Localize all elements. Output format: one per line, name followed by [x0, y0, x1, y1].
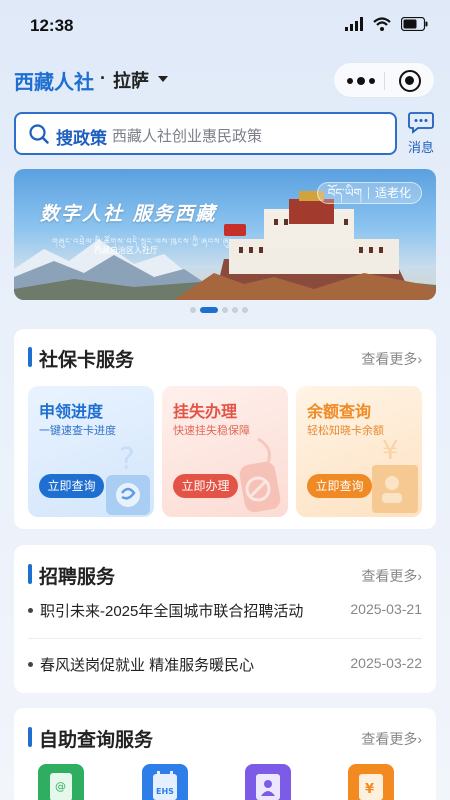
status-icons — [345, 17, 428, 31]
job-title: 春风送岗促就业 精准服务暖民心 — [40, 657, 255, 674]
list-item[interactable]: 春风送岗促就业 精准服务暖民心 2025-03-22 — [28, 643, 422, 687]
banner-title: 数字人社 服务西藏 — [40, 203, 217, 225]
worker-icon[interactable] — [245, 764, 291, 800]
view-more-link[interactable]: 查看更多› — [361, 566, 422, 586]
svg-text:EHS: EHS — [156, 787, 174, 796]
carousel-indicator — [190, 307, 248, 313]
elder-mode-toggle[interactable]: བོད་ཡིག 适老化 — [316, 182, 422, 204]
job-title: 职引未来-2025年全国城市联合招聘活动 — [40, 603, 304, 620]
payment-icon[interactable]: ¥ — [348, 764, 394, 800]
capsule-divider — [384, 72, 385, 90]
header: 西藏人社 · 拉萨 — [0, 62, 450, 98]
city-separator: · — [100, 68, 106, 88]
handle-button[interactable]: 立即办理 — [173, 474, 238, 498]
app-title: 西藏人社 — [14, 72, 94, 94]
service-report-loss[interactable]: 挂失办理 快速挂失稳保障 立即办理 — [162, 386, 288, 517]
section-accent-bar — [28, 727, 32, 747]
section-accent-bar — [28, 347, 32, 367]
service-subtitle: 一键速查卡进度 — [39, 425, 116, 437]
search-icon — [29, 124, 49, 144]
more-dots-icon[interactable] — [347, 77, 375, 85]
query-button[interactable]: 立即查询 — [39, 474, 104, 498]
svg-text:?: ? — [119, 442, 135, 477]
carousel-dot-active[interactable] — [200, 307, 218, 313]
carousel-dot[interactable] — [242, 307, 248, 313]
banner-subtitle: 西藏自治区人社厅 — [94, 246, 158, 255]
social-security-icon[interactable]: @ — [38, 764, 84, 800]
bullet — [28, 662, 33, 667]
section-title: 招聘服务 — [39, 567, 116, 588]
message-label: 消息 — [407, 140, 434, 155]
calendar-ehs-icon[interactable]: EHS — [142, 764, 188, 800]
battery-icon — [401, 17, 428, 31]
view-more-label: 查看更多 — [361, 568, 418, 584]
promo-banner[interactable]: 数字人社 服务西藏 གཞུང་འབྲེལ་སྤྱི་ཚོགས་བདེ་སྲུང་… — [14, 169, 436, 300]
service-title: 挂失办理 — [173, 404, 238, 421]
city-selector[interactable]: 拉萨 — [113, 67, 149, 93]
balance-icon: ¥ — [372, 436, 418, 513]
view-more-link[interactable]: 查看更多› — [361, 349, 422, 369]
job-date: 2025-03-22 — [350, 655, 422, 671]
message-icon — [408, 112, 434, 134]
list-item[interactable]: 职引未来-2025年全国城市联合招聘活动 2025-03-21 — [28, 589, 422, 633]
status-time: 12:38 — [30, 16, 74, 35]
section-accent-bar — [28, 564, 32, 584]
carousel-dot[interactable] — [222, 307, 228, 313]
view-more-label: 查看更多 — [361, 351, 418, 367]
elder-mode-label: 适老化 — [374, 186, 411, 200]
svg-text:@: @ — [55, 780, 66, 793]
service-balance-query[interactable]: 余额查询 轻松知晓卡余额 ¥ 立即查询 — [296, 386, 422, 517]
search-bar[interactable]: 搜政策 西藏人社创业惠民政策 — [14, 112, 397, 155]
signal-icon — [345, 17, 363, 31]
carousel-dot[interactable] — [190, 307, 196, 313]
recruit-section: 招聘服务 查看更多› 职引未来-2025年全国城市联合招聘活动 2025-03-… — [14, 545, 436, 693]
tibetan-language-label: བོད་ཡིག — [327, 186, 362, 200]
status-bar: 12:38 — [0, 0, 450, 50]
view-more-label: 查看更多 — [361, 731, 418, 747]
social-card-section: 社保卡服务 查看更多› 申领进度 一键速查卡进度 ? 立即查询 挂失办理 快速挂… — [14, 329, 436, 529]
divider — [28, 638, 422, 639]
service-apply-progress[interactable]: 申领进度 一键速查卡进度 ? 立即查询 — [28, 386, 154, 517]
view-more-link[interactable]: 查看更多› — [361, 729, 422, 749]
mini-program-capsule — [333, 62, 435, 98]
bullet — [28, 608, 33, 613]
service-title: 余额查询 — [307, 404, 372, 421]
section-title: 社保卡服务 — [39, 350, 135, 371]
tag-divider — [367, 187, 369, 199]
svg-text:¥: ¥ — [365, 782, 374, 797]
wifi-icon — [373, 17, 391, 31]
self-service-section: 自助查询服务 查看更多› @ EHS ¥ — [14, 708, 436, 800]
section-title: 自助查询服务 — [39, 730, 154, 751]
svg-text:¥: ¥ — [382, 436, 399, 466]
service-subtitle: 快速挂失稳保障 — [173, 425, 250, 437]
search-label: 搜政策 — [56, 129, 107, 148]
message-button[interactable]: 消息 — [406, 112, 436, 156]
carousel-dot[interactable] — [232, 307, 238, 313]
job-date: 2025-03-21 — [350, 601, 422, 617]
close-target-icon[interactable] — [399, 70, 421, 92]
search-placeholder: 西藏人社创业惠民政策 — [112, 128, 263, 145]
service-title: 申领进度 — [39, 404, 104, 421]
query-button[interactable]: 立即查询 — [307, 474, 372, 498]
caret-down-icon[interactable] — [158, 76, 168, 82]
